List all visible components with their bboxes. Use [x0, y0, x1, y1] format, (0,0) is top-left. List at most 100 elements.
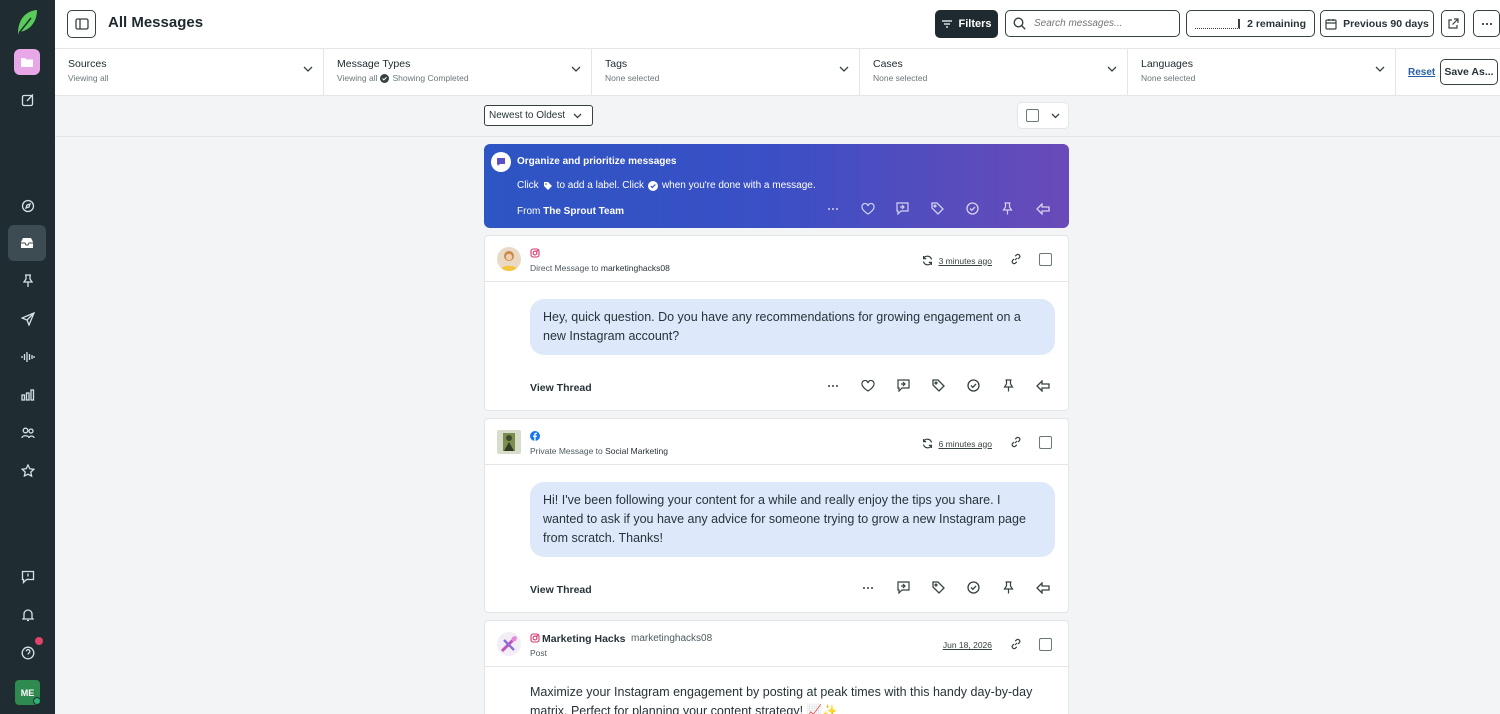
reports-icon[interactable] [0, 377, 55, 413]
select-all-checkbox[interactable] [1026, 109, 1039, 122]
message-types-sub: Viewing all [337, 73, 378, 83]
tags-label: Tags [605, 58, 628, 70]
filters-button[interactable]: Filters [935, 10, 998, 38]
post-card[interactable]: Marketing Hacks marketinghacks08 Post Ju… [484, 620, 1069, 714]
send-icon[interactable] [0, 301, 55, 337]
meta-target[interactable]: marketinghacks08 [601, 263, 670, 273]
left-nav-rail: ME [0, 0, 55, 714]
meta-prefix: Direct Message to [530, 263, 599, 273]
message-select-checkbox[interactable] [1039, 253, 1052, 266]
reply-bubble-icon[interactable] [894, 581, 912, 594]
compass-icon[interactable] [0, 188, 55, 224]
more-options-button[interactable] [1473, 10, 1500, 37]
post-handle[interactable]: marketinghacks08 [631, 633, 712, 644]
sender-avatar[interactable] [497, 247, 521, 271]
message-time[interactable]: 6 minutes ago [922, 438, 992, 449]
banner-instructions: Click to add a label. Click when you're … [517, 180, 816, 191]
link-icon[interactable] [1010, 436, 1022, 448]
facebook-icon [530, 431, 540, 441]
sort-dropdown[interactable]: Newest to Oldest [484, 105, 593, 126]
check-circle-icon[interactable] [964, 581, 982, 594]
sidebar-toggle-button[interactable] [67, 10, 96, 38]
bulk-select-control[interactable] [1017, 102, 1069, 129]
message-bubble: Hey, quick question. Do you have any rec… [530, 299, 1055, 355]
tags-filter[interactable]: Tags None selected [592, 49, 860, 95]
tag-icon[interactable] [929, 379, 947, 392]
message-types-label: Message Types [337, 58, 411, 70]
ellipsis-icon [1481, 22, 1492, 25]
instagram-icon [530, 633, 540, 643]
sources-sub: Viewing all [68, 73, 109, 83]
chevron-down-icon [839, 66, 849, 72]
cases-filter[interactable]: Cases None selected [860, 49, 1128, 95]
languages-label: Languages [1141, 58, 1193, 70]
message-types-filter[interactable]: Message Types Viewing all Showing Comple… [324, 49, 592, 95]
sprout-logo-icon[interactable] [15, 8, 39, 36]
chevron-down-icon [1375, 66, 1385, 72]
inbox-icon[interactable] [8, 225, 46, 261]
message-card[interactable]: Direct Message to marketinghacks08 3 min… [484, 235, 1069, 411]
banner-text-3: when you're done with a message. [661, 180, 816, 191]
link-icon[interactable] [1010, 253, 1022, 265]
tag-icon[interactable] [929, 581, 947, 594]
check-circle-icon [964, 202, 981, 215]
external-link-button[interactable] [1441, 10, 1465, 37]
languages-filter[interactable]: Languages None selected [1128, 49, 1396, 95]
people-icon[interactable] [0, 415, 55, 451]
message-actions [824, 379, 1052, 392]
message-select-checkbox[interactable] [1039, 436, 1052, 449]
heart-icon[interactable] [859, 379, 877, 392]
sender-avatar[interactable] [497, 632, 521, 656]
message-meta: Private Message to Social Marketing [530, 446, 668, 456]
check-circle-icon [380, 73, 390, 83]
message-time[interactable]: 3 minutes ago [922, 255, 992, 266]
filters-label: Filters [958, 18, 992, 30]
feedback-icon[interactable] [0, 559, 55, 595]
sender-avatar[interactable] [497, 430, 521, 454]
save-as-button[interactable]: Save As... [1440, 59, 1498, 85]
pin-icon[interactable] [999, 379, 1017, 392]
bell-icon[interactable] [0, 597, 55, 633]
sources-filter[interactable]: Sources Viewing all [55, 49, 324, 95]
listening-icon[interactable] [0, 339, 55, 375]
reset-link[interactable]: Reset [1408, 67, 1435, 78]
message-header: Direct Message to marketinghacks08 3 min… [485, 236, 1068, 282]
chevron-down-icon[interactable] [1051, 113, 1060, 119]
refresh-icon [922, 255, 932, 266]
remaining-button[interactable]: 2 remaining [1186, 10, 1315, 37]
reply-bubble-icon[interactable] [894, 379, 912, 392]
post-time[interactable]: Jun 18, 2026 [943, 640, 992, 650]
meta-target[interactable]: Social Marketing [605, 446, 668, 456]
remaining-bar [1195, 18, 1240, 29]
date-range-button[interactable]: Previous 90 days [1320, 10, 1434, 37]
date-range-label: Previous 90 days [1343, 17, 1429, 30]
time-label: Jun 18, 2026 [942, 640, 992, 650]
top-header: All Messages Filters 2 remaining Previou… [55, 0, 1500, 49]
link-icon[interactable] [1010, 638, 1022, 650]
view-thread-link[interactable]: View Thread [530, 584, 592, 596]
post-author[interactable]: Marketing Hacks [542, 633, 625, 645]
pin-icon [999, 202, 1016, 215]
meta-prefix: Private Message to [530, 446, 603, 456]
cases-label: Cases [873, 58, 903, 70]
pin-icon[interactable] [999, 581, 1017, 594]
pin-icon[interactable] [0, 263, 55, 299]
online-status-dot [33, 697, 41, 705]
search-box[interactable] [1005, 10, 1180, 37]
search-input[interactable] [1034, 18, 1174, 29]
banner-title: Organize and prioritize messages [517, 156, 677, 167]
folder-icon[interactable] [14, 49, 40, 75]
check-circle-icon [647, 180, 658, 191]
post-select-checkbox[interactable] [1039, 638, 1052, 651]
help-icon[interactable] [0, 635, 55, 671]
check-circle-icon[interactable] [964, 379, 982, 392]
ellipsis-icon[interactable] [824, 384, 842, 388]
compose-icon[interactable] [0, 82, 55, 118]
reply-arrow-icon[interactable] [1034, 581, 1052, 594]
ellipsis-icon[interactable] [859, 586, 877, 590]
star-review-icon[interactable] [0, 453, 55, 489]
reply-arrow-icon[interactable] [1034, 379, 1052, 392]
view-thread-link[interactable]: View Thread [530, 382, 592, 394]
chevron-down-icon [571, 66, 581, 72]
message-card[interactable]: Private Message to Social Marketing 6 mi… [484, 418, 1069, 613]
